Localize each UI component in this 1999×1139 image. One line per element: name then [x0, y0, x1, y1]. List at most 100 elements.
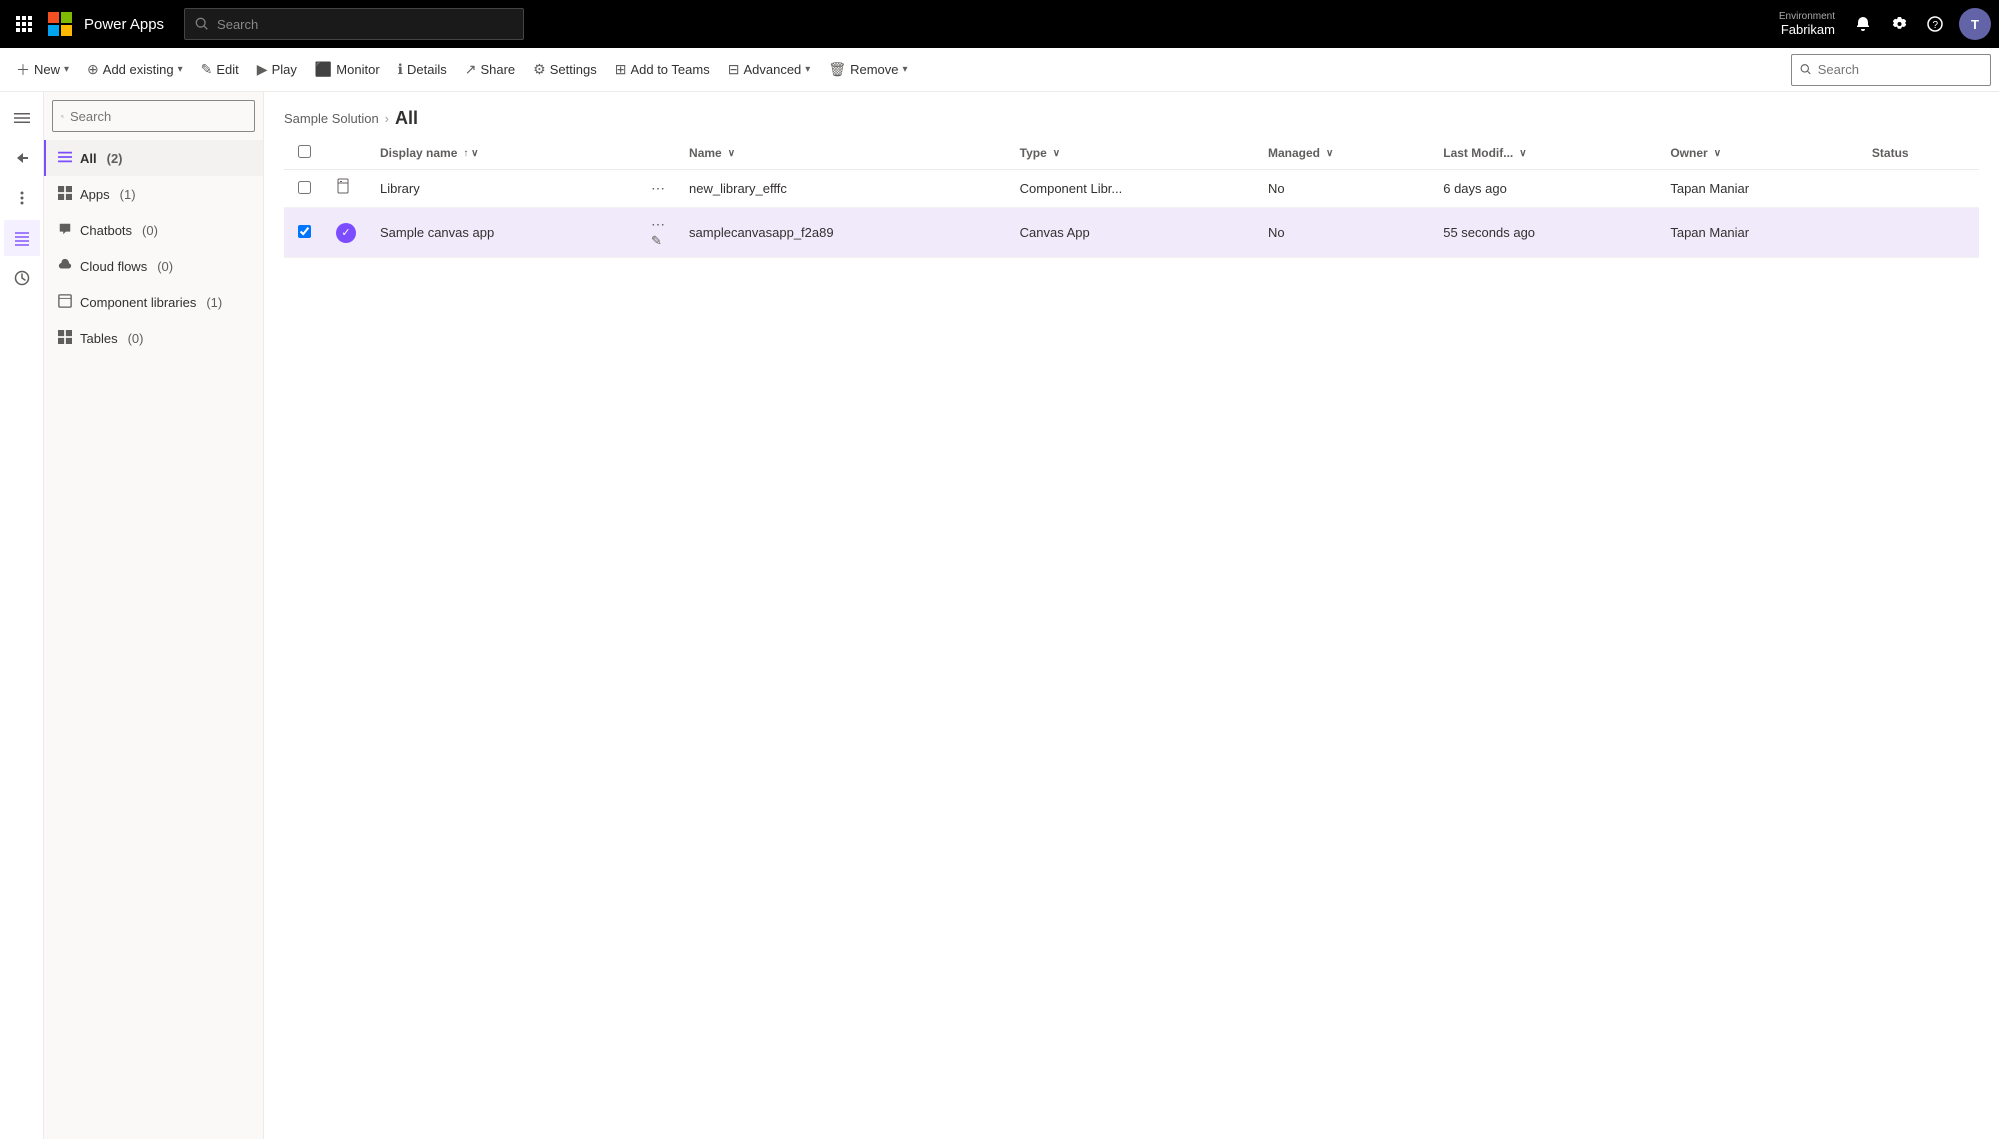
sidebar-item-icon: [58, 222, 72, 239]
share-icon: ↗: [465, 61, 477, 78]
nav-solutions-icon[interactable]: [4, 220, 40, 256]
col-header-last-modified[interactable]: Last Modif... ∨: [1431, 137, 1658, 170]
col-header-name[interactable]: Name ∨: [677, 137, 1008, 170]
environment-label: Environment: [1779, 11, 1835, 22]
table-row[interactable]: Library ⋯ new_library_efffc Component Li…: [284, 170, 1979, 208]
add-existing-chevron-icon: ▾: [178, 64, 183, 75]
managed-sort-icon: ∨: [1326, 148, 1333, 159]
row-type: Component Libr...: [1008, 170, 1256, 208]
col-header-type[interactable]: Type ∨: [1008, 137, 1256, 170]
sidebar-item-label: Apps: [80, 187, 110, 202]
col-header-managed[interactable]: Managed ∨: [1256, 137, 1431, 170]
environment-name: Fabrikam: [1781, 22, 1835, 37]
nav-more-icon[interactable]: [4, 180, 40, 216]
row-status: [1860, 208, 1979, 258]
row-icon-cell: [324, 170, 368, 208]
sidebar-item-count: (0): [142, 223, 158, 238]
select-all-header[interactable]: [284, 137, 324, 170]
main-layout: All (2) Apps (1) Chatbots (0) Cloud flow…: [0, 92, 1999, 1139]
user-avatar[interactable]: T: [1959, 8, 1991, 40]
display-name-sort-icon: ↑ ∨: [463, 148, 478, 159]
sidebar-item-label: Chatbots: [80, 223, 132, 238]
global-search-box[interactable]: Search: [184, 8, 524, 40]
sidebar-item-cloud-flows[interactable]: Cloud flows (0): [44, 248, 263, 284]
row-more-icon[interactable]: ⋯: [651, 180, 665, 196]
row-more-cell[interactable]: ⋯ ✎: [639, 208, 677, 258]
nav-menu-icon[interactable]: [4, 100, 40, 136]
edit-icon: ✎: [201, 61, 213, 78]
main-content: Sample Solution › All Display name ↑: [264, 92, 1999, 1139]
sidebar-item-count: (0): [128, 331, 144, 346]
notifications-icon[interactable]: [1847, 8, 1879, 40]
row-more-icon[interactable]: ⋯: [651, 216, 665, 232]
sidebar-item-label: All: [80, 151, 97, 166]
edit-row-icon[interactable]: ✎: [651, 233, 662, 248]
breadcrumb-parent[interactable]: Sample Solution: [284, 111, 379, 126]
breadcrumb: Sample Solution › All: [264, 92, 1999, 137]
share-button[interactable]: ↗ Share: [457, 54, 523, 86]
sidebar-items: All (2) Apps (1) Chatbots (0) Cloud flow…: [44, 140, 263, 356]
add-existing-icon: ⊕: [87, 61, 99, 78]
row-last-modified: 55 seconds ago: [1431, 208, 1658, 258]
play-button[interactable]: ▶ Play: [249, 54, 305, 86]
sidebar-item-count: (1): [120, 187, 136, 202]
row-last-modified: 6 days ago: [1431, 170, 1658, 208]
col-header-display-name[interactable]: Display name ↑ ∨: [368, 137, 639, 170]
sidebar-search-box[interactable]: [52, 100, 255, 132]
row-name: samplecanvasapp_f2a89: [677, 208, 1008, 258]
row-name: new_library_efffc: [677, 170, 1008, 208]
row-owner: Tapan Maniar: [1658, 208, 1860, 258]
table-search-icon: [1800, 63, 1812, 76]
edit-button[interactable]: ✎ Edit: [193, 54, 247, 86]
new-button[interactable]: ＋ New ▾: [8, 54, 77, 86]
teams-icon: ⊞: [615, 61, 627, 78]
col-header-status[interactable]: Status: [1860, 137, 1979, 170]
advanced-button[interactable]: ⊟ Advanced ▾: [720, 54, 819, 86]
row-more-cell[interactable]: ⋯: [639, 170, 677, 208]
waffle-menu-icon[interactable]: [8, 8, 40, 40]
sidebar-item-all[interactable]: All (2): [44, 140, 263, 176]
settings-nav-icon[interactable]: [1883, 8, 1915, 40]
breadcrumb-current: All: [395, 108, 418, 129]
monitor-button[interactable]: ⬛ Monitor: [307, 54, 388, 86]
settings-button[interactable]: ⚙ Settings: [525, 54, 605, 86]
sidebar-item-count: (1): [206, 295, 222, 310]
name-sort-icon: ∨: [728, 148, 735, 159]
table-search-input[interactable]: [1818, 62, 1982, 77]
table-search-box[interactable]: [1791, 54, 1991, 86]
row-checkbox-cell[interactable]: [284, 208, 324, 258]
monitor-icon: ⬛: [315, 61, 332, 78]
remove-button[interactable]: 🗑 Remove ▾: [820, 54, 915, 86]
add-to-teams-button[interactable]: ⊞ Add to Teams: [607, 54, 718, 86]
add-existing-button[interactable]: ⊕ Add existing ▾: [79, 54, 191, 86]
sidebar-search-input[interactable]: [70, 109, 246, 124]
row-checkbox-cell[interactable]: [284, 170, 324, 208]
table-area: Display name ↑ ∨ Name ∨: [264, 137, 1999, 1139]
details-icon: ℹ: [398, 61, 403, 78]
type-sort-icon: ∨: [1053, 148, 1060, 159]
selected-check-icon: ✓: [336, 223, 356, 243]
remove-icon: 🗑: [828, 61, 846, 78]
row-status: [1860, 170, 1979, 208]
row-display-name[interactable]: Library: [368, 170, 639, 208]
sidebar-item-component-libraries[interactable]: Component libraries (1): [44, 284, 263, 320]
nav-history-icon[interactable]: [4, 260, 40, 296]
col-header-owner[interactable]: Owner ∨: [1658, 137, 1860, 170]
nav-back-icon[interactable]: [4, 140, 40, 176]
details-button[interactable]: ℹ Details: [390, 54, 455, 86]
global-search-placeholder: Search: [217, 17, 258, 32]
items-table: Display name ↑ ∨ Name ∨: [284, 137, 1979, 258]
row-checkbox[interactable]: [298, 181, 311, 194]
app-name: Power Apps: [84, 16, 164, 33]
row-checkbox[interactable]: [298, 225, 311, 238]
sidebar-item-tables[interactable]: Tables (0): [44, 320, 263, 356]
help-icon[interactable]: ?: [1919, 8, 1951, 40]
row-display-name[interactable]: Sample canvas app: [368, 208, 639, 258]
environment-info[interactable]: Environment Fabrikam: [1779, 11, 1835, 37]
sidebar-item-icon: [58, 150, 72, 167]
sidebar-item-apps[interactable]: Apps (1): [44, 176, 263, 212]
table-row[interactable]: ✓ Sample canvas app ⋯ ✎ samplecanvasapp_…: [284, 208, 1979, 258]
select-all-checkbox[interactable]: [298, 145, 311, 158]
sidebar-item-chatbots[interactable]: Chatbots (0): [44, 212, 263, 248]
microsoft-logo: [48, 12, 72, 36]
